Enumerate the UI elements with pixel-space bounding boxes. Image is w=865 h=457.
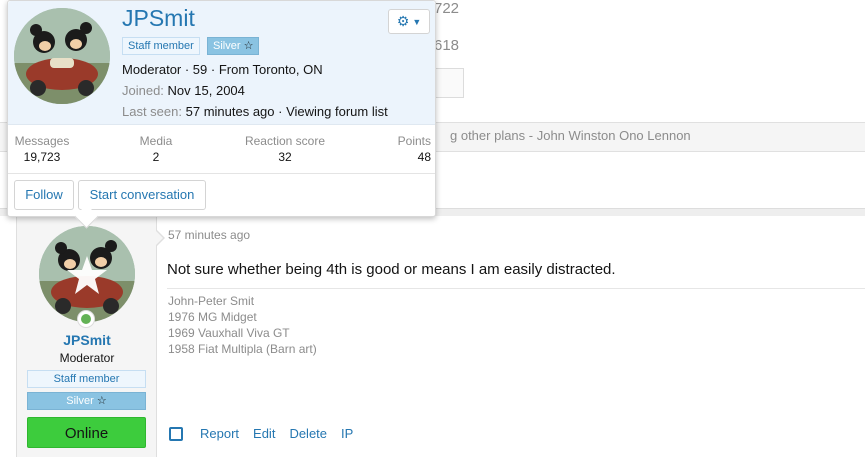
signature-line: 1976 MG Midget bbox=[168, 310, 257, 324]
post-main: 57 minutes ago Not sure whether being 4t… bbox=[167, 216, 865, 457]
chevron-down-icon: ▼ bbox=[412, 16, 422, 27]
edit-link[interactable]: Edit bbox=[253, 426, 275, 441]
tooltip-avatar[interactable] bbox=[14, 8, 110, 104]
tooltip-username[interactable]: JPSmit bbox=[122, 5, 195, 32]
stat-media-label: Media bbox=[139, 134, 173, 148]
tooltip-staff-badge: Staff member bbox=[122, 37, 200, 55]
joined-value: Nov 15, 2004 bbox=[167, 83, 245, 98]
silver-banner: Silver ☆ bbox=[27, 392, 146, 410]
last-seen-label: Last seen: bbox=[122, 104, 182, 119]
signature: John-Peter Smit 1976 MG Midget 1969 Vaux… bbox=[168, 293, 317, 357]
member-tooltip: JPSmit ⚙ ▼ Staff member Silver ☆ Moderato… bbox=[7, 0, 436, 217]
stat-points-value: 48 bbox=[417, 150, 431, 164]
stat-points[interactable]: Points 48 bbox=[391, 134, 431, 164]
staff-member-banner: Staff member bbox=[27, 370, 146, 388]
signature-quote-text: g other plans - John Winston Ono Lennon bbox=[450, 128, 691, 143]
stat-points-label: Points bbox=[397, 134, 431, 148]
background-stat-1: 722 bbox=[434, 0, 460, 17]
avatar-image bbox=[39, 226, 135, 322]
follow-button[interactable]: Follow bbox=[14, 180, 74, 210]
signature-line: 1958 Fiat Multipla (Barn art) bbox=[168, 342, 317, 356]
gear-icon: ⚙ bbox=[396, 13, 410, 29]
report-link[interactable]: Report bbox=[200, 426, 239, 441]
signature-line: John-Peter Smit bbox=[168, 294, 255, 308]
tooltip-divider bbox=[8, 173, 435, 174]
stat-reaction-value: 32 bbox=[278, 150, 292, 164]
gear-menu-button[interactable]: ⚙ ▼ bbox=[388, 9, 430, 34]
post-timestamp[interactable]: 57 minutes ago bbox=[168, 228, 250, 242]
star-icon: ☆ bbox=[96, 395, 107, 407]
select-post-checkbox[interactable] bbox=[169, 426, 183, 441]
tooltip-avatar-image bbox=[14, 8, 110, 104]
tooltip-last-seen: Last seen: 57 minutes ago · Viewing foru… bbox=[122, 104, 388, 119]
tooltip-silver-label: Silver bbox=[213, 40, 241, 52]
post-user-cell: JPSmit Moderator Staff member Silver ☆ O… bbox=[17, 216, 165, 457]
post-user-title: Moderator bbox=[59, 351, 115, 365]
tooltip-header: JPSmit ⚙ ▼ Staff member Silver ☆ Moderato… bbox=[8, 1, 435, 125]
stat-reaction-score[interactable]: Reaction score 32 bbox=[233, 134, 337, 164]
stat-messages-value: 19,723 bbox=[23, 150, 61, 164]
start-conversation-button[interactable]: Start conversation bbox=[78, 180, 206, 210]
stat-messages-label: Messages bbox=[14, 134, 70, 148]
joined-label: Joined: bbox=[122, 83, 164, 98]
avatar[interactable] bbox=[39, 226, 135, 322]
signature-divider bbox=[167, 288, 865, 289]
background-box bbox=[432, 68, 464, 98]
post-actions: Report Edit Delete IP bbox=[169, 426, 367, 441]
ip-link[interactable]: IP bbox=[341, 426, 353, 441]
tooltip-silver-badge: Silver ☆ bbox=[207, 37, 260, 55]
signature-line: 1969 Vauxhall Viva GT bbox=[168, 326, 290, 340]
silver-banner-label: Silver bbox=[66, 395, 94, 407]
star-icon: ☆ bbox=[243, 40, 254, 52]
online-status-dot bbox=[77, 310, 95, 328]
stat-reaction-label: Reaction score bbox=[244, 134, 326, 148]
stat-media[interactable]: Media 2 bbox=[128, 134, 184, 164]
stat-media-value: 2 bbox=[152, 150, 160, 164]
tooltip-user-info: Moderator · 59 · From Toronto, ON bbox=[122, 62, 323, 77]
tooltip-stats: Messages 19,723 Media 2 Reaction score 3… bbox=[8, 134, 435, 166]
background-stat-2: 618 bbox=[434, 37, 460, 54]
post-username[interactable]: JPSmit bbox=[17, 332, 157, 348]
delete-link[interactable]: Delete bbox=[289, 426, 327, 441]
online-banner: Online bbox=[27, 417, 146, 448]
tooltip-joined: Joined: Nov 15, 2004 bbox=[122, 83, 245, 98]
post-body: Not sure whether being 4th is good or me… bbox=[167, 261, 616, 278]
stat-messages[interactable]: Messages 19,723 bbox=[14, 134, 70, 164]
last-seen-value: 57 minutes ago · Viewing forum list bbox=[185, 104, 388, 119]
user-cell-arrow bbox=[156, 230, 165, 246]
forum-post: JPSmit Moderator Staff member Silver ☆ O… bbox=[16, 216, 865, 457]
